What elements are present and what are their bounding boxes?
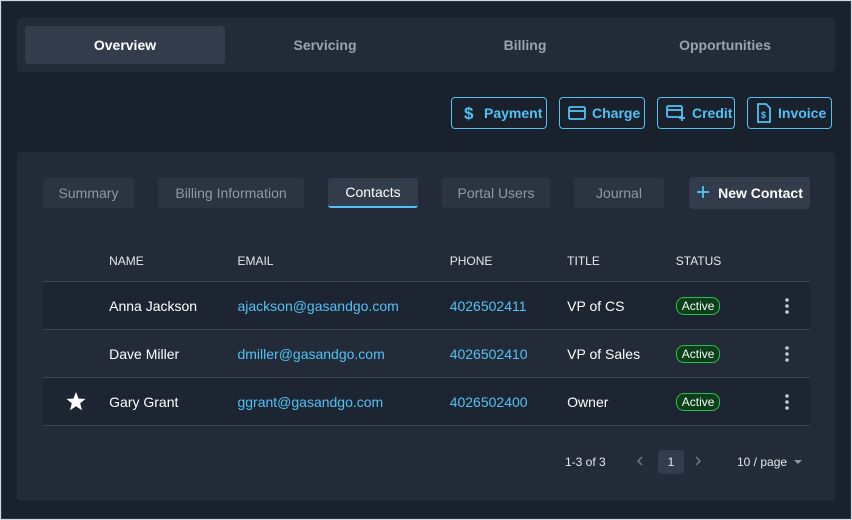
header-phone[interactable]: PHONE	[450, 254, 567, 268]
payment-button[interactable]: $ Payment	[451, 97, 547, 129]
tab-portal-users[interactable]: Portal Users	[442, 178, 550, 208]
header-status[interactable]: STATUS	[676, 254, 765, 268]
page-size-label: 10 / page	[737, 455, 788, 469]
contact-title: VP of CS	[567, 297, 625, 314]
tab-journal[interactable]: Journal	[574, 178, 664, 208]
new-contact-button[interactable]: New Contact	[689, 177, 810, 209]
header-title[interactable]: TITLE	[567, 254, 676, 268]
contact-name: Anna Jackson	[109, 297, 198, 314]
top-tab-bar: Overview Servicing Billing Opportunities	[17, 18, 835, 72]
contact-phone-link[interactable]: 4026502410	[450, 346, 567, 362]
sub-tab-bar: Summary Billing Information Contacts Por…	[43, 178, 688, 208]
page-number-button[interactable]: 1	[658, 450, 684, 474]
status-badge: Active	[675, 296, 721, 315]
page-size-select[interactable]: 10 / page	[737, 455, 803, 470]
app-frame: Overview Servicing Billing Opportunities…	[1, 1, 851, 519]
contact-phone-link[interactable]: 4026502400	[450, 394, 567, 410]
charge-button[interactable]: Charge	[559, 97, 645, 129]
tab-overview[interactable]: Overview	[25, 26, 225, 64]
invoice-label: Invoice	[778, 105, 827, 121]
more-vertical-icon[interactable]	[765, 297, 810, 314]
contact-name: Dave Miller	[109, 345, 180, 362]
contact-title: VP of Sales	[567, 345, 641, 362]
plus-icon	[696, 185, 710, 202]
new-contact-label: New Contact	[718, 185, 803, 201]
tab-servicing[interactable]: Servicing	[225, 26, 425, 64]
contact-title: Owner	[567, 393, 609, 410]
tab-contacts[interactable]: Contacts	[328, 178, 418, 208]
contact-email-link[interactable]: dmiller@gasandgo.com	[237, 346, 449, 362]
status-badge: Active	[675, 392, 721, 411]
dollar-icon: $	[460, 104, 478, 122]
table-row[interactable]: Anna Jackson ajackson@gasandgo.com 40265…	[43, 282, 810, 330]
contact-email-link[interactable]: ggrant@gasandgo.com	[237, 394, 449, 410]
chevron-down-icon	[793, 455, 803, 470]
contacts-table: NAME EMAIL PHONE TITLE STATUS Anna Jacks…	[43, 240, 810, 426]
tab-opportunities[interactable]: Opportunities	[625, 26, 825, 64]
credit-label: Credit	[692, 105, 733, 121]
card-plus-icon	[666, 105, 686, 121]
pagination: 1-3 of 3 1 10 / page	[17, 450, 835, 474]
table-row[interactable]: Dave Miller dmiller@gasandgo.com 4026502…	[43, 330, 810, 378]
star-icon[interactable]	[43, 392, 109, 411]
invoice-icon: $	[756, 103, 772, 123]
page-range: 1-3 of 3	[565, 455, 606, 469]
chevron-left-icon[interactable]	[635, 452, 645, 473]
table-row[interactable]: Gary Grant ggrant@gasandgo.com 402650240…	[43, 378, 810, 426]
svg-text:$: $	[464, 104, 474, 122]
charge-label: Charge	[592, 105, 641, 121]
header-name[interactable]: NAME	[109, 254, 237, 268]
status-badge: Active	[675, 344, 721, 363]
contact-email-link[interactable]: ajackson@gasandgo.com	[237, 298, 449, 314]
credit-card-icon	[568, 106, 586, 120]
contact-phone-link[interactable]: 4026502411	[450, 298, 567, 314]
more-vertical-icon[interactable]	[765, 345, 810, 362]
more-vertical-icon[interactable]	[765, 393, 810, 410]
svg-text:$: $	[761, 110, 766, 120]
credit-button[interactable]: Credit	[657, 97, 735, 129]
action-bar: $ Payment Charge Credit $ Invoice	[451, 97, 832, 129]
tab-billing[interactable]: Billing	[425, 26, 625, 64]
tab-billing-information[interactable]: Billing Information	[158, 178, 304, 208]
contacts-panel: Summary Billing Information Contacts Por…	[17, 152, 835, 501]
payment-label: Payment	[484, 105, 543, 121]
tab-summary[interactable]: Summary	[43, 178, 134, 208]
invoice-button[interactable]: $ Invoice	[747, 97, 832, 129]
contact-name: Gary Grant	[109, 393, 179, 410]
chevron-right-icon[interactable]	[693, 452, 703, 473]
table-header: NAME EMAIL PHONE TITLE STATUS	[43, 240, 810, 282]
header-email[interactable]: EMAIL	[237, 254, 449, 268]
